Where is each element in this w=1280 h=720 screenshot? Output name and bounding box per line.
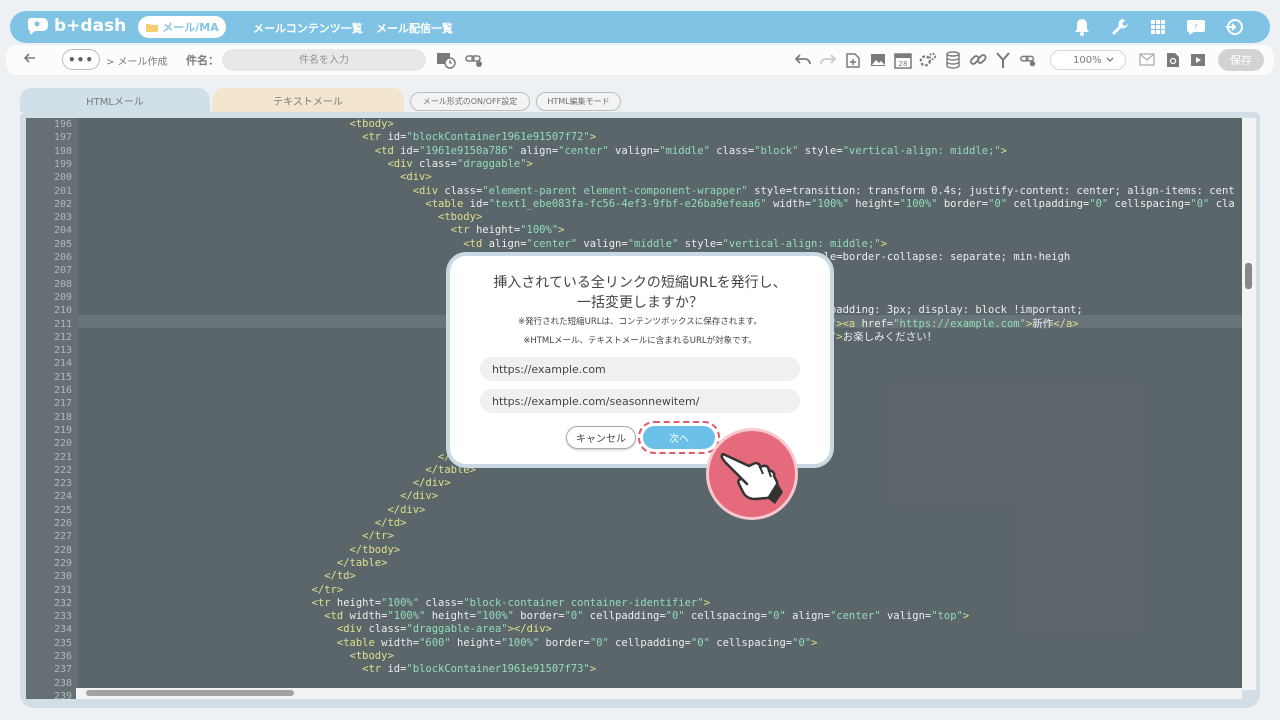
cancel-button[interactable]: キャンセル — [566, 426, 636, 449]
dialog-title-line2: 一括変更しますか？ — [577, 295, 703, 311]
url-item: https://example.com/seasonnewitem/ — [480, 389, 800, 413]
dialog-note-1: ※発行された短縮URLは、コンテンツボックスに保存されます。 — [518, 317, 762, 327]
pointing-hand-badge — [706, 428, 798, 520]
dialog-title-line1: 挿入されている全リンクの短縮URLを発行し、 — [493, 275, 787, 291]
url-item: https://example.com — [480, 357, 800, 381]
next-button-highlight — [638, 421, 720, 454]
dialog-note-2: ※HTMLメール、テキストメールに含まれるURLが対象です。 — [523, 336, 757, 346]
pointing-hand-icon — [719, 444, 785, 504]
